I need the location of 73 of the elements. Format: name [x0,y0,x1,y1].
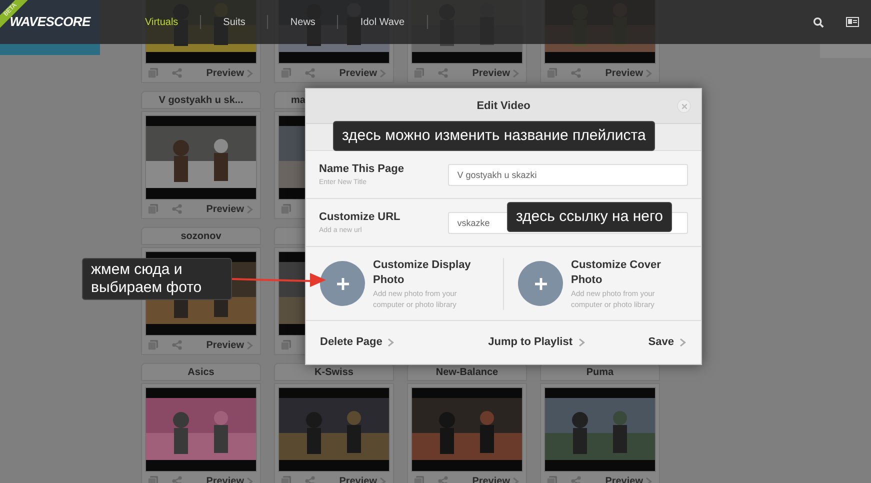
gallery-icon[interactable] [148,476,158,483]
text-field[interactable]: V gostyakh u skazki [448,164,688,186]
chevron-icon [646,68,653,78]
card-title[interactable]: Asics [188,364,214,380]
annotation-tooltip: жмем сюда и выбираем фото [82,258,232,300]
preview-link[interactable]: Preview [206,338,254,352]
preview-link[interactable]: Preview [339,66,387,80]
chevron-icon [680,338,687,347]
share-icon[interactable] [172,68,182,78]
share-icon[interactable] [172,204,182,214]
card-title[interactable]: K-Swiss [314,364,354,380]
annotation-tooltip: здесь можно изменить название плейлиста [333,121,655,151]
annotation-tooltip: здесь ссылку на него [507,202,672,232]
close-button[interactable] [677,99,691,113]
card-title[interactable]: sozonov [180,228,222,244]
card-title[interactable]: New-Balance [436,364,498,380]
plus-icon [336,278,348,290]
dialog-action[interactable]: Jump to Playlist [488,334,586,351]
close-icon [682,104,686,108]
preview-link[interactable]: Preview [206,66,254,80]
add-photo-button[interactable] [518,261,563,306]
nav-tab[interactable]: Suits [201,14,268,30]
share-icon[interactable] [172,476,182,483]
preview-link[interactable]: Preview [206,202,254,216]
share-icon[interactable] [438,68,448,78]
gallery-icon[interactable] [414,68,424,78]
dialog-action[interactable]: Delete Page [320,334,396,351]
chevron-icon [247,68,254,78]
nav-tab[interactable]: Idol Wave [338,14,427,30]
plus-icon [534,278,546,290]
gallery-icon[interactable] [281,340,291,350]
gallery-icon[interactable] [547,68,557,78]
share-icon[interactable] [438,476,448,483]
preview-link[interactable]: Preview [605,66,653,80]
gallery-icon[interactable] [148,204,158,214]
chevron-icon [380,476,387,483]
chevron-icon [247,204,254,214]
gallery-icon[interactable] [281,204,291,214]
gallery-icon[interactable] [281,68,291,78]
share-icon[interactable] [305,476,315,483]
chevron-icon [513,68,520,78]
share-icon[interactable] [172,340,182,350]
photo-title: Customize Cover Photo [571,258,662,288]
preview-link[interactable]: Preview [472,66,520,80]
chevron-icon [513,476,520,483]
contact-card-icon[interactable] [846,17,859,27]
chevron-icon [646,476,653,483]
nav-tab[interactable]: News [268,14,338,30]
chevron-icon [380,68,387,78]
photo-title: Customize Display Photo [373,258,472,288]
gallery-icon[interactable] [148,68,158,78]
gallery-icon[interactable] [281,476,291,483]
card-title[interactable]: ma [291,92,306,108]
chevron-icon [578,338,586,347]
card-title[interactable]: V gostyakh u sk... [158,92,244,108]
share-icon[interactable] [305,68,315,78]
chevron-icon [388,338,396,347]
add-photo-button[interactable] [320,261,365,306]
nav-tab[interactable]: Virtuals [145,14,200,30]
dialog-title: Edit Video [476,98,530,114]
gallery-icon[interactable] [414,476,424,483]
gallery-icon[interactable] [148,340,158,350]
chevron-icon [247,476,254,483]
gallery-icon[interactable] [547,476,557,483]
logo-text: WAVESCORE [10,14,90,32]
field-label: Customize URL [319,210,402,225]
card-title[interactable]: Puma [586,364,614,380]
chevron-icon [247,340,254,350]
dialog-action[interactable]: Save [648,334,687,351]
search-icon[interactable] [813,16,824,28]
share-icon[interactable] [571,68,581,78]
field-label: Name This Page [319,162,405,177]
share-icon[interactable] [571,476,581,483]
